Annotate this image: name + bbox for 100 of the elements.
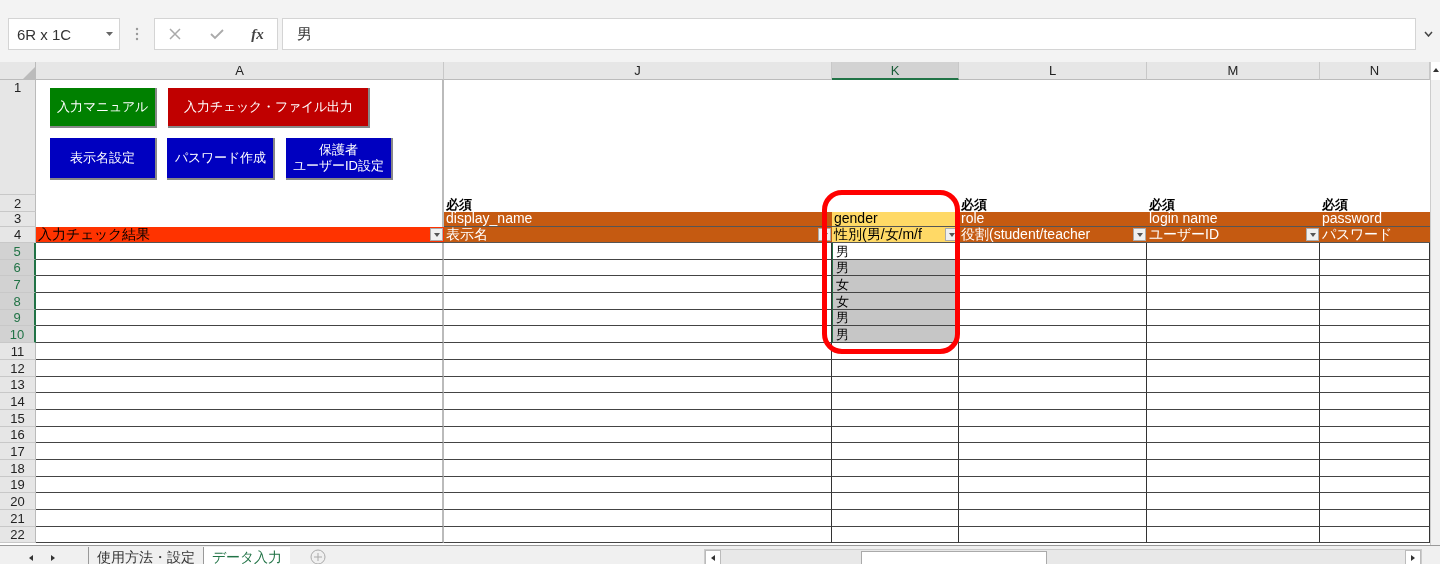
table-cell[interactable]: [444, 276, 832, 294]
name-box[interactable]: 6R x 1C: [8, 18, 120, 50]
row-header[interactable]: 11: [0, 343, 36, 360]
table-cell[interactable]: [1147, 476, 1320, 494]
table-cell[interactable]: [832, 459, 959, 477]
table-cell[interactable]: [444, 459, 832, 477]
table-cell[interactable]: [959, 309, 1147, 327]
table-cell[interactable]: [36, 409, 444, 427]
table-cell[interactable]: [1147, 376, 1320, 394]
table-cell[interactable]: [444, 359, 832, 377]
table-cell[interactable]: [444, 293, 832, 310]
table-cell[interactable]: [959, 293, 1147, 310]
table-cell[interactable]: [832, 393, 959, 410]
table-cell[interactable]: [444, 476, 832, 494]
table-cell[interactable]: [1147, 243, 1320, 260]
table-cell[interactable]: [1147, 259, 1320, 277]
table-cell[interactable]: [1147, 493, 1320, 510]
row-header[interactable]: 5: [0, 243, 36, 260]
row-header[interactable]: 2: [0, 195, 36, 212]
table-cell[interactable]: [444, 309, 832, 327]
row-header[interactable]: 10: [0, 326, 36, 344]
table-cell[interactable]: [959, 409, 1147, 427]
table-cell[interactable]: [1147, 510, 1320, 527]
table-cell[interactable]: [1147, 343, 1320, 360]
table-cell[interactable]: [36, 309, 444, 327]
table-cell[interactable]: [832, 510, 959, 527]
table-cell[interactable]: [36, 376, 444, 394]
macro-button[interactable]: 保護者 ユーザーID設定: [286, 138, 393, 180]
next-sheet-icon[interactable]: [49, 553, 57, 563]
table-cell[interactable]: [444, 343, 832, 360]
table-cell[interactable]: [959, 526, 1147, 544]
table-cell[interactable]: [444, 393, 832, 410]
insert-function-button[interactable]: fx: [251, 25, 264, 43]
formula-field[interactable]: 男: [282, 18, 1416, 50]
macro-button[interactable]: パスワード作成: [167, 138, 275, 180]
table-cell[interactable]: [444, 376, 832, 394]
macro-button[interactable]: 表示名設定: [50, 138, 157, 180]
row-header[interactable]: 21: [0, 510, 36, 527]
table-cell[interactable]: [959, 443, 1147, 460]
table-cell[interactable]: [959, 393, 1147, 410]
table-cell[interactable]: [1147, 293, 1320, 310]
row-header[interactable]: 17: [0, 443, 36, 460]
table-cell[interactable]: [1147, 443, 1320, 460]
table-cell[interactable]: [832, 359, 959, 377]
table-cell[interactable]: [959, 276, 1147, 294]
column-header[interactable]: M: [1147, 62, 1320, 80]
filter-button[interactable]: [430, 228, 443, 241]
table-cell[interactable]: [959, 326, 1147, 344]
table-cell[interactable]: [1147, 326, 1320, 344]
table-cell[interactable]: [444, 493, 832, 510]
table-cell[interactable]: [832, 443, 959, 460]
row-header[interactable]: 3: [0, 212, 36, 227]
scroll-left-icon[interactable]: [709, 553, 717, 563]
table-cell[interactable]: [36, 326, 444, 344]
table-cell[interactable]: [1147, 309, 1320, 327]
column-header[interactable]: K: [832, 62, 959, 80]
table-cell[interactable]: [444, 443, 832, 460]
table-cell[interactable]: [1147, 526, 1320, 544]
table-cell[interactable]: [444, 243, 832, 260]
column-header[interactable]: N: [1320, 62, 1430, 80]
row-header[interactable]: 20: [0, 493, 36, 510]
table-cell[interactable]: [959, 476, 1147, 494]
table-cell[interactable]: [832, 476, 959, 494]
table-cell[interactable]: [1147, 409, 1320, 427]
row-header[interactable]: 8: [0, 293, 36, 310]
column-header[interactable]: A: [36, 62, 444, 80]
table-cell[interactable]: [832, 526, 959, 544]
scroll-right-icon[interactable]: [1409, 553, 1417, 563]
table-cell[interactable]: [36, 426, 444, 444]
table-cell[interactable]: [832, 409, 959, 427]
table-cell[interactable]: [36, 443, 444, 460]
table-cell[interactable]: [1147, 359, 1320, 377]
table-cell[interactable]: [1147, 276, 1320, 294]
table-cell[interactable]: [832, 493, 959, 510]
table-cell[interactable]: [832, 376, 959, 394]
table-cell[interactable]: [36, 243, 444, 260]
table-cell[interactable]: [959, 459, 1147, 477]
table-cell[interactable]: [444, 259, 832, 277]
table-cell[interactable]: [959, 426, 1147, 444]
filter-button[interactable]: [1306, 228, 1319, 241]
table-cell[interactable]: [959, 359, 1147, 377]
previous-sheet-icon[interactable]: [27, 553, 35, 563]
table-cell[interactable]: [444, 526, 832, 544]
macro-button[interactable]: 入力マニュアル: [50, 88, 157, 128]
table-cell[interactable]: [36, 493, 444, 510]
sheet-tab[interactable]: データ入力: [203, 547, 290, 564]
table-cell[interactable]: [832, 426, 959, 444]
table-cell[interactable]: [36, 343, 444, 360]
row-header[interactable]: 1: [0, 80, 36, 195]
table-cell[interactable]: [444, 409, 832, 427]
table-cell[interactable]: [444, 426, 832, 444]
table-cell[interactable]: [959, 510, 1147, 527]
table-cell[interactable]: [36, 259, 444, 277]
table-cell[interactable]: [36, 476, 444, 494]
check-icon[interactable]: [208, 27, 225, 41]
row-header[interactable]: 7: [0, 276, 36, 294]
table-cell[interactable]: [36, 526, 444, 544]
table-cell[interactable]: [959, 259, 1147, 277]
table-cell[interactable]: [959, 493, 1147, 510]
table-cell[interactable]: [36, 459, 444, 477]
